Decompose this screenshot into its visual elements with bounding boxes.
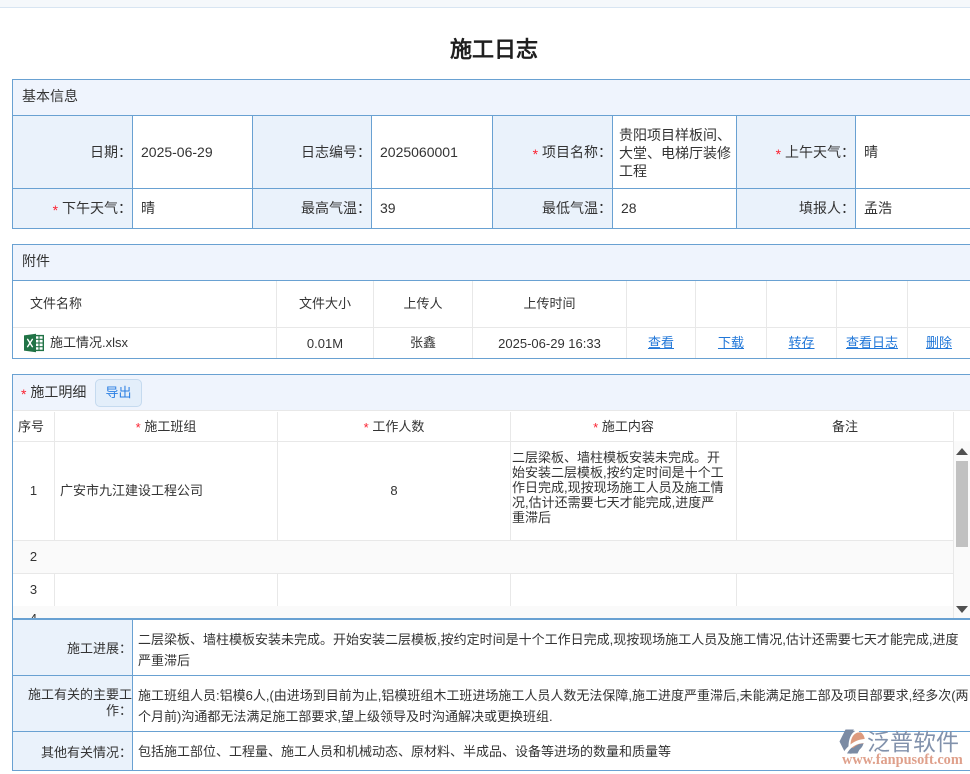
svg-text:www.fanpusoft.com: www.fanpusoft.com [842,752,963,768]
